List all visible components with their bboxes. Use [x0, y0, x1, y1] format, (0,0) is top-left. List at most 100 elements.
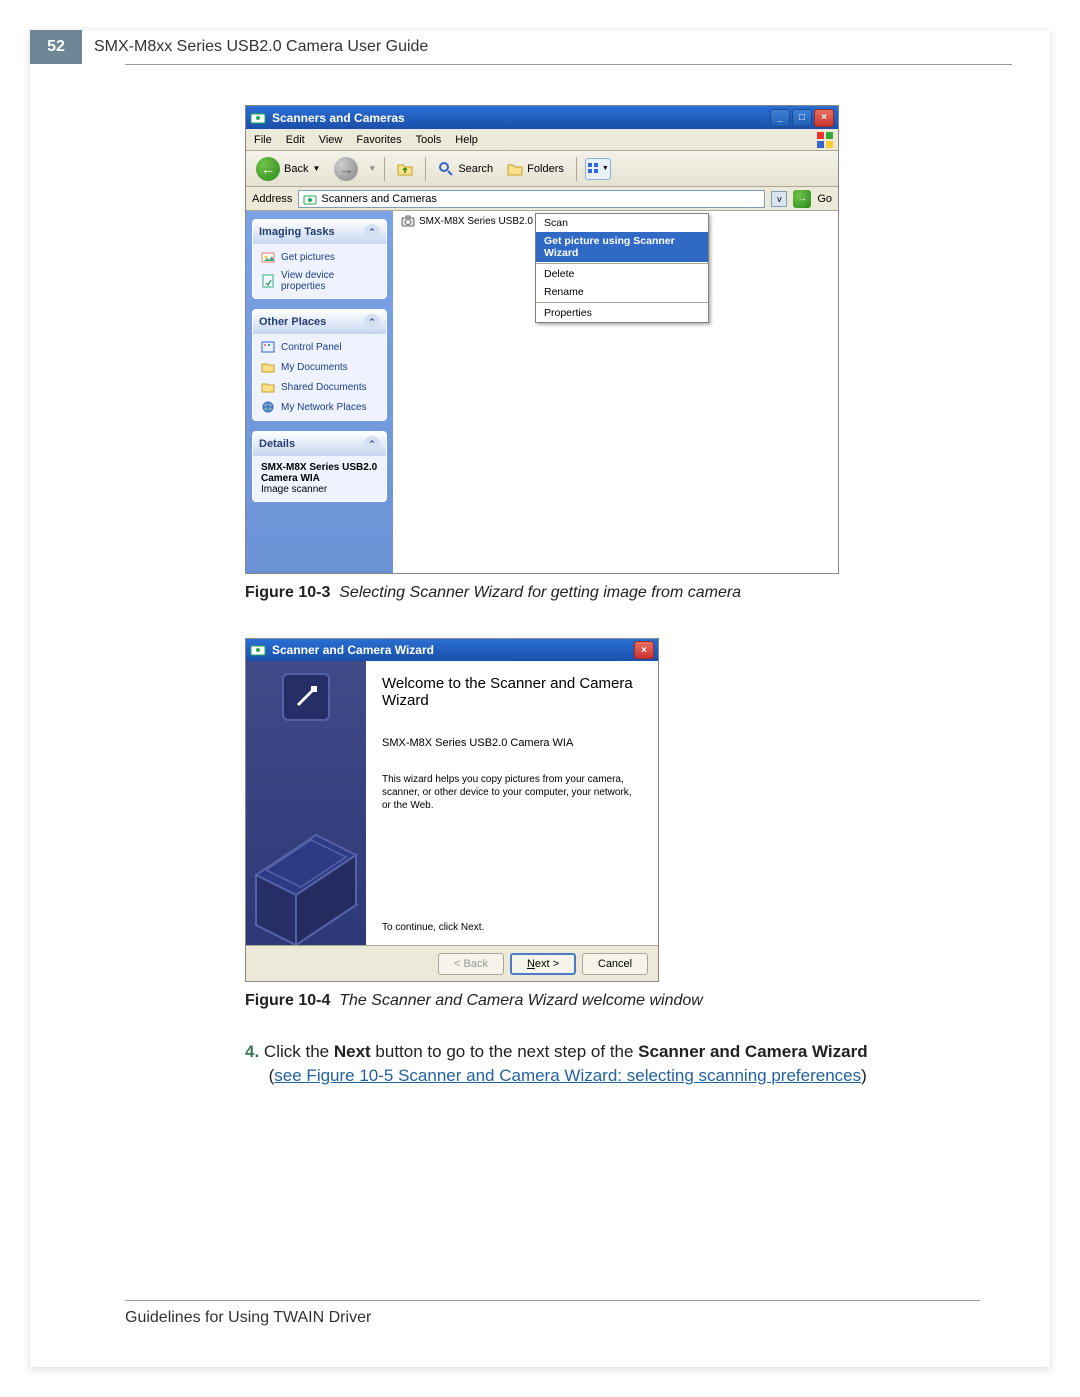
views-button[interactable]: ▼ — [585, 158, 611, 180]
ctx-separator — [536, 302, 708, 303]
page: 52 SMX-M8xx Series USB2.0 Camera User Gu… — [30, 30, 1050, 1367]
sidebar-item-get-pictures[interactable]: Get pictures — [261, 250, 378, 264]
ctx-get-picture-wizard[interactable]: Get picture using Scanner Wizard — [536, 232, 708, 262]
forward-icon: → — [334, 157, 358, 181]
collapse-icon: ⌃ — [364, 436, 380, 452]
sidebar-item-control-panel[interactable]: Control Panel — [261, 340, 378, 354]
ctx-delete[interactable]: Delete — [536, 265, 708, 283]
details-header[interactable]: Details ⌃ — [253, 432, 386, 456]
ctx-properties[interactable]: Properties — [536, 304, 708, 322]
wizard-cancel-button[interactable]: Cancel — [582, 953, 648, 975]
minimize-button[interactable]: _ — [770, 109, 790, 127]
window-icon — [250, 110, 266, 126]
sidebar-item-label: My Network Places — [281, 402, 367, 413]
sidebar-item-label: Control Panel — [281, 342, 342, 353]
wizard-window-buttons: × — [634, 641, 654, 659]
window-buttons: _ □ × — [770, 109, 834, 127]
fig1-caption-bold: Figure 10-3 — [245, 584, 330, 601]
windows-flag-icon — [816, 131, 834, 149]
step-bold-1: Next — [334, 1042, 371, 1061]
fig2-caption-italic: The Scanner and Camera Wizard welcome wi… — [339, 992, 703, 1009]
wizard-next-button[interactable]: Next > — [510, 953, 576, 975]
maximize-button[interactable]: □ — [792, 109, 812, 127]
sidebar-item-my-documents[interactable]: My Documents — [261, 360, 378, 374]
wizard-device-name: SMX-M8X Series USB2.0 Camera WIA — [382, 737, 642, 749]
content: Scanners and Cameras _ □ × File Edit Vie… — [30, 65, 1050, 1088]
wizard-window: Scanner and Camera Wizard × — [245, 638, 659, 982]
menu-file[interactable]: File — [254, 134, 272, 146]
page-header: 52 SMX-M8xx Series USB2.0 Camera User Gu… — [30, 30, 1050, 64]
context-menu: Scan Get picture using Scanner Wizard De… — [535, 213, 709, 323]
wizard-title-bar[interactable]: Scanner and Camera Wizard × — [246, 639, 658, 661]
folder-icon — [261, 380, 275, 394]
address-bar: Address Scanners and Cameras v → Go — [246, 187, 838, 211]
wizard-sidebar-icon — [282, 673, 330, 721]
collapse-icon: ⌃ — [364, 314, 380, 330]
address-label: Address — [252, 193, 292, 205]
sidebar-item-view-properties[interactable]: View device properties — [261, 270, 378, 292]
menu-bar: File Edit View Favorites Tools Help — [246, 129, 838, 151]
go-button[interactable]: → — [793, 190, 811, 208]
menu-help[interactable]: Help — [455, 134, 478, 146]
folder-icon — [261, 360, 275, 374]
camera-icon — [401, 215, 415, 227]
title-text: Scanners and Cameras — [272, 111, 770, 125]
step-text-1: Click the — [264, 1042, 334, 1061]
step-link[interactable]: see Figure 10-5 Scanner and Camera Wizar… — [274, 1066, 861, 1085]
menu-view[interactable]: View — [319, 134, 343, 146]
forward-button[interactable]: → — [330, 155, 362, 183]
back-icon: ← — [256, 157, 280, 181]
wizard-main: Welcome to the Scanner and Camera Wizard… — [366, 661, 658, 945]
step-link-post: ) — [861, 1066, 867, 1085]
scanner-illustration — [246, 745, 366, 945]
ctx-separator — [536, 263, 708, 264]
imaging-tasks-list: Get pictures View device properties — [253, 244, 386, 298]
wizard-title-text: Scanner and Camera Wizard — [272, 643, 634, 657]
menu-edit[interactable]: Edit — [286, 134, 305, 146]
control-panel-icon — [261, 340, 275, 354]
folder-up-icon — [397, 161, 413, 177]
fig1-caption-italic: Selecting Scanner Wizard for getting ima… — [339, 584, 741, 601]
back-button[interactable]: ← Back ▼ — [252, 155, 324, 183]
imaging-tasks-header[interactable]: Imaging Tasks ⌃ — [253, 220, 386, 244]
other-places-list: Control Panel My Documents Shared Docume… — [253, 334, 386, 420]
pictures-icon — [261, 250, 275, 264]
details-block: Details ⌃ SMX-M8X Series USB2.0 Camera W… — [252, 431, 387, 502]
page-number: 52 — [30, 30, 82, 64]
menu-tools[interactable]: Tools — [416, 134, 442, 146]
wizard-next-label: ext > — [535, 958, 559, 970]
sidebar-item-label: Get pictures — [281, 252, 335, 263]
other-places-header[interactable]: Other Places ⌃ — [253, 310, 386, 334]
address-field[interactable]: Scanners and Cameras — [298, 190, 765, 208]
details-content: SMX-M8X Series USB2.0 Camera WIA Image s… — [253, 456, 386, 501]
address-dropdown[interactable]: v — [771, 191, 787, 207]
toolbar-sep — [384, 157, 385, 181]
page-title: SMX-M8xx Series USB2.0 Camera User Guide — [82, 30, 1050, 64]
fig2-caption-bold: Figure 10-4 — [245, 992, 330, 1009]
side-pane: Imaging Tasks ⌃ Get pictures View device… — [246, 211, 393, 573]
ctx-scan[interactable]: Scan — [536, 214, 708, 232]
views-icon — [587, 162, 601, 176]
folders-label: Folders — [527, 163, 564, 175]
explorer-window: Scanners and Cameras _ □ × File Edit Vie… — [245, 105, 839, 574]
window-body: Imaging Tasks ⌃ Get pictures View device… — [246, 211, 838, 573]
back-label: Back — [284, 163, 308, 175]
wizard-footer: < Back Next > Cancel — [246, 945, 658, 981]
step-number: 4. — [245, 1042, 259, 1061]
ctx-rename[interactable]: Rename — [536, 283, 708, 301]
sidebar-item-network-places[interactable]: My Network Places — [261, 400, 378, 414]
sidebar-item-shared-documents[interactable]: Shared Documents — [261, 380, 378, 394]
wizard-sidebar — [246, 661, 366, 945]
toolbar-sep — [576, 157, 577, 181]
address-value: Scanners and Cameras — [321, 193, 437, 205]
step-bold-2: Scanner and Camera Wizard — [638, 1042, 867, 1061]
page-footer: Guidelines for Using TWAIN Driver — [125, 1300, 980, 1327]
menu-favorites[interactable]: Favorites — [356, 134, 401, 146]
step-text-2: button to go to the next step of the — [371, 1042, 638, 1061]
folders-button[interactable]: Folders — [503, 159, 568, 179]
close-button[interactable]: × — [814, 109, 834, 127]
title-bar[interactable]: Scanners and Cameras _ □ × — [246, 106, 838, 129]
wizard-close-button[interactable]: × — [634, 641, 654, 659]
up-button[interactable] — [393, 159, 417, 179]
search-button[interactable]: Search — [434, 159, 497, 179]
